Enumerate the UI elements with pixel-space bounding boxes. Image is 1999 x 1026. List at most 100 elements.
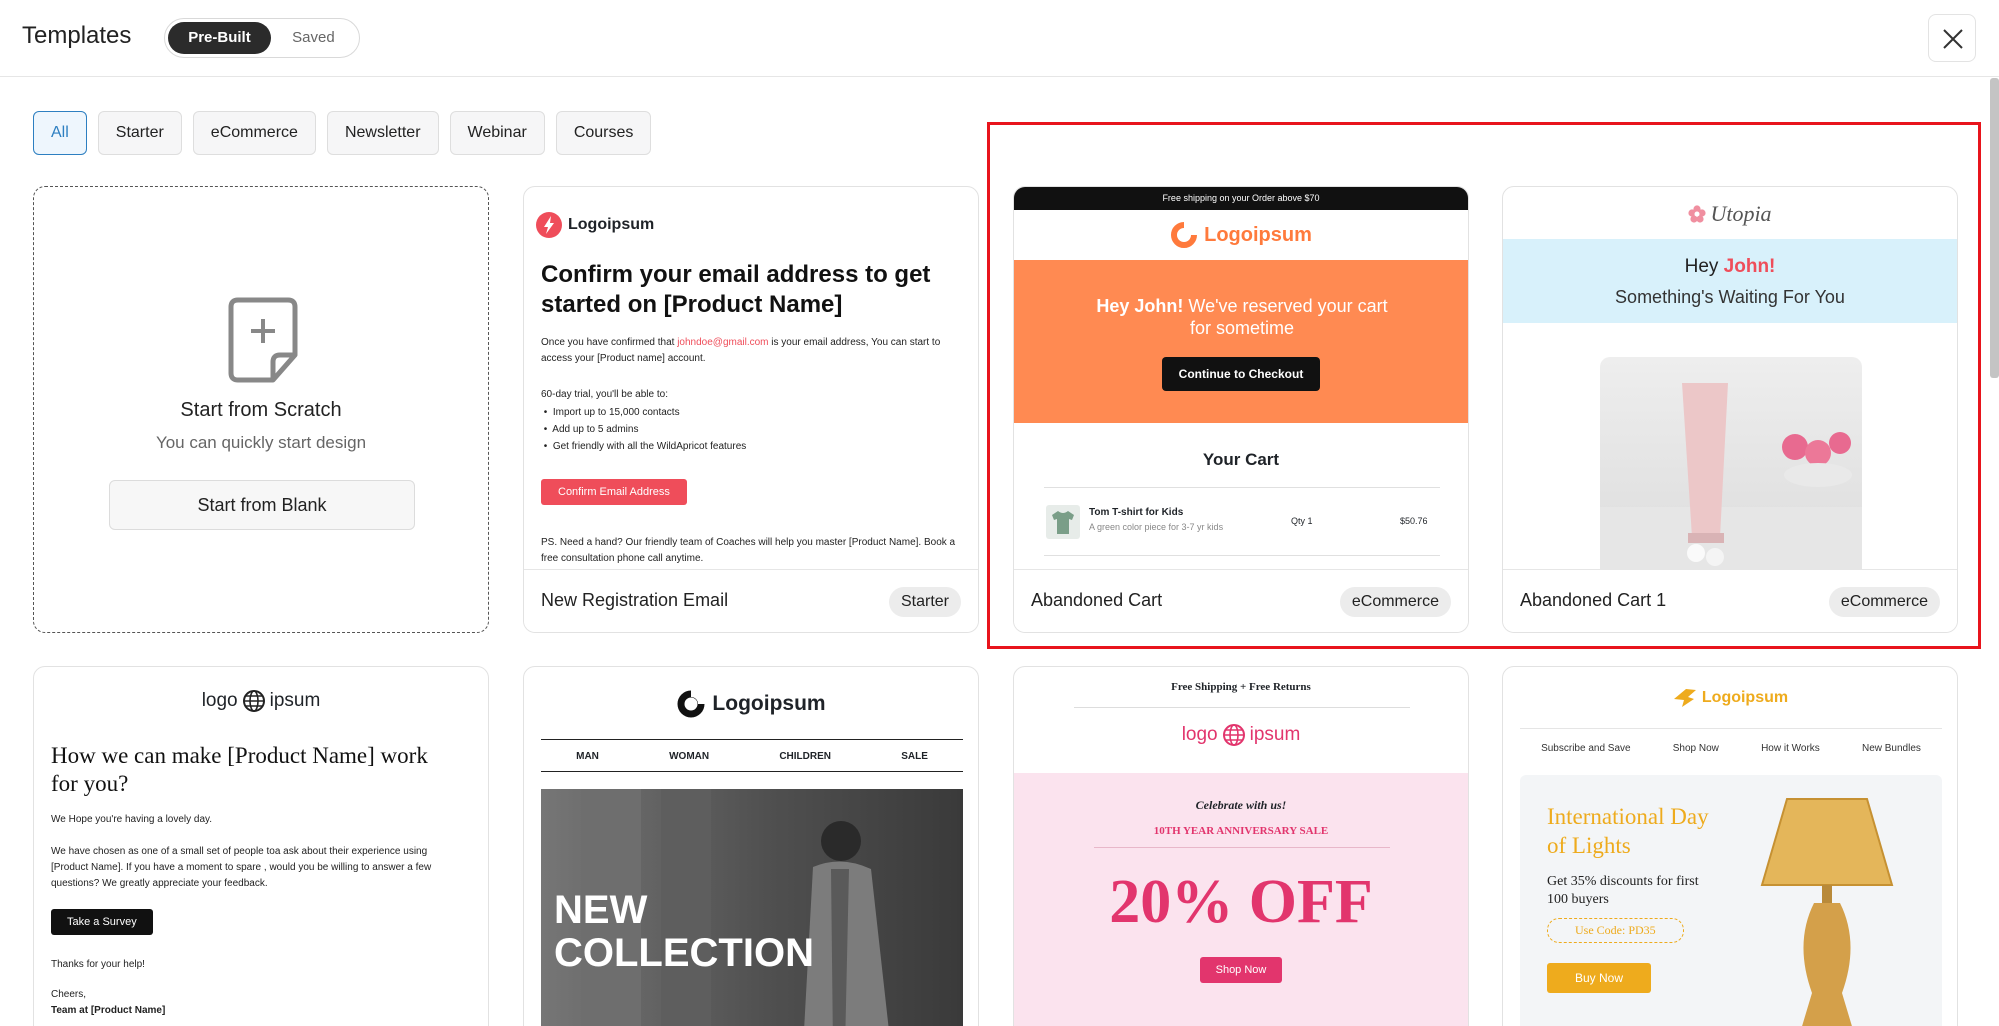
preview-celebrate: Celebrate with us! — [1195, 798, 1287, 812]
hero-line: NEW — [554, 888, 648, 932]
filter-all[interactable]: All — [33, 111, 87, 155]
template-preview: Free Shipping + Free Returns logo ipsum … — [1014, 667, 1468, 1026]
preview-logo-right: ipsum — [269, 690, 321, 711]
divider — [541, 771, 963, 772]
preview-shop-button: Shop Now — [1199, 957, 1283, 983]
preview-headline: How we can make [Product Name] work for … — [51, 743, 428, 796]
start-from-blank-button[interactable]: Start from Blank — [109, 480, 415, 530]
hero-title: NEW COLLECTION — [554, 889, 814, 975]
preview-nav-item: CHILDREN — [779, 750, 831, 762]
list-item: • Import up to 15,000 contacts — [541, 407, 680, 418]
filter-courses[interactable]: Courses — [555, 111, 652, 155]
preview-survey-button: Take a Survey — [51, 909, 153, 935]
tab-saved[interactable]: Saved — [271, 22, 356, 54]
sale-banner: Celebrate with us! 10TH YEAR ANNIVERSARY… — [1014, 773, 1468, 1026]
template-preview: Logoipsum Subscribe and Save Shop Now Ho… — [1503, 667, 1957, 1026]
preview-logo-text: Logoipsum — [568, 216, 655, 233]
preview-discount: 20% OFF — [1109, 868, 1373, 936]
divider — [1520, 728, 1942, 729]
preview-nav: Subscribe and Save Shop Now How it Works… — [1520, 743, 1942, 754]
preview-logo: Logoipsum — [1503, 687, 1957, 709]
preview-nav-item: Shop Now — [1672, 743, 1719, 754]
template-preview: logo ipsum How we can make [Product Name… — [34, 667, 488, 1026]
template-card-new-collection[interactable]: Logoipsum MAN WOMAN CHILDREN SALE NEW CO… — [523, 666, 979, 1026]
globe-icon — [1222, 724, 1245, 746]
preview-logo: Logoipsum — [524, 689, 978, 719]
promo-panel: International Day of Lights Get 35% disc… — [1520, 775, 1942, 1026]
divider — [1094, 847, 1390, 848]
filter-starter[interactable]: Starter — [97, 111, 182, 155]
add-document-icon — [228, 297, 298, 383]
preview-logo-left: logo — [201, 690, 238, 711]
template-card-survey[interactable]: logo ipsum How we can make [Product Name… — [33, 666, 489, 1026]
preview-nav-item: Subscribe and Save — [1541, 743, 1631, 754]
preview-top: Free Shipping + Free Returns — [1171, 681, 1311, 693]
preview-bullets: • Import up to 15,000 contacts • Add up … — [541, 404, 747, 455]
preview-offer: Get 35% discounts for first 100 buyers — [1547, 874, 1699, 907]
scratch-subtext: You can quickly start design — [155, 433, 367, 452]
preview-anniversary: 10TH YEAR ANNIVERSARY SALE — [1153, 825, 1329, 837]
preview-text: We have chosen as one of a small set of … — [51, 846, 432, 889]
filter-newsletter[interactable]: Newsletter — [326, 111, 439, 155]
list-item: • Get friendly with all the WildApricot … — [541, 441, 747, 452]
preview-nav-item: How it Works — [1761, 743, 1820, 754]
scratch-heading: Start from Scratch — [180, 399, 342, 421]
scrollbar[interactable] — [1990, 78, 1999, 378]
close-button[interactable] — [1928, 14, 1976, 62]
category-badge: Starter — [888, 587, 961, 617]
tab-pre-built[interactable]: Pre-Built — [168, 22, 271, 54]
preview-logo-text: Logoipsum — [712, 692, 826, 715]
card-footer: New Registration Email Starter — [524, 569, 978, 632]
preview-trial: 60-day trial, you'll be able to: — [541, 389, 668, 400]
preview-headline: Confirm your email address to get starte… — [541, 261, 931, 318]
preview-text: Team at [Product Name] — [51, 1005, 166, 1016]
header: Templates Pre-Built Saved — [0, 0, 1999, 77]
preview-logo-text: Logoipsum — [1701, 689, 1789, 706]
filter-ecommerce[interactable]: eCommerce — [192, 111, 316, 155]
selection-highlight — [987, 122, 1981, 649]
preview-logo: logo ipsum — [34, 689, 488, 713]
hero-line: COLLECTION — [554, 931, 814, 975]
preview-text: We Hope you're having a lovely day. — [51, 814, 213, 825]
template-preview: Logoipsum MAN WOMAN CHILDREN SALE NEW CO… — [524, 667, 978, 1026]
preview-confirm-button: Confirm Email Address — [541, 479, 687, 505]
lamp-image — [1760, 798, 1894, 1026]
preview-email-link: johndoe@gmail.com — [677, 337, 769, 348]
preview-nav-item: WOMAN — [669, 750, 710, 762]
preview-paragraph: Once you have confirmed that johndoe@gma… — [541, 335, 966, 367]
logo-ring-icon — [677, 689, 707, 718]
template-source-toggle[interactable]: Pre-Built Saved — [164, 18, 360, 58]
category-filters: All Starter eCommerce Newsletter Webinar… — [33, 111, 652, 155]
preview-text: Once you have confirmed that — [541, 337, 675, 348]
globe-icon — [242, 690, 265, 712]
preview-ps: PS. Need a hand? Our friendly team of Co… — [541, 537, 956, 564]
preview-button-wrap: Confirm Email Address — [541, 479, 687, 505]
template-preview: Logoipsum Confirm your email address to … — [524, 187, 978, 570]
logo-bird-icon — [1673, 689, 1696, 707]
divider — [1074, 707, 1410, 708]
preview-nav: MAN WOMAN CHILDREN SALE — [541, 740, 963, 772]
preview-title: International Day of Lights — [1547, 804, 1709, 858]
preview-code: Use Code: PD35 — [1547, 918, 1684, 943]
template-card-day-of-lights[interactable]: Logoipsum Subscribe and Save Shop Now Ho… — [1502, 666, 1958, 1026]
close-icon — [1943, 29, 1963, 49]
preview-nav-item: SALE — [901, 750, 928, 762]
hero-image: NEW COLLECTION — [541, 789, 963, 1026]
template-card-new-registration[interactable]: Logoipsum Confirm your email address to … — [523, 186, 979, 633]
preview-buy-button: Buy Now — [1547, 963, 1652, 993]
preview-button-wrap: Shop Now — [1014, 957, 1468, 983]
preview-text: Thanks for your help! — [51, 959, 145, 970]
preview-logo: logo ipsum — [1014, 723, 1468, 747]
template-card-anniversary-sale[interactable]: Free Shipping + Free Returns logo ipsum … — [1013, 666, 1469, 1026]
preview-logo-left: logo — [1181, 724, 1218, 745]
preview-text: Cheers, — [51, 989, 87, 1000]
list-item: • Add up to 5 admins — [541, 424, 639, 435]
logo-bolt-icon — [536, 212, 562, 238]
filter-webinar[interactable]: Webinar — [449, 111, 545, 155]
preview-nav-item: MAN — [576, 750, 599, 762]
start-from-scratch-card[interactable]: Start from Scratch You can quickly start… — [33, 186, 489, 633]
card-name: New Registration Email — [541, 590, 729, 610]
page-title: Templates — [22, 22, 132, 49]
preview-nav-item: New Bundles — [1861, 743, 1921, 754]
preview-logo-right: ipsum — [1249, 724, 1301, 745]
